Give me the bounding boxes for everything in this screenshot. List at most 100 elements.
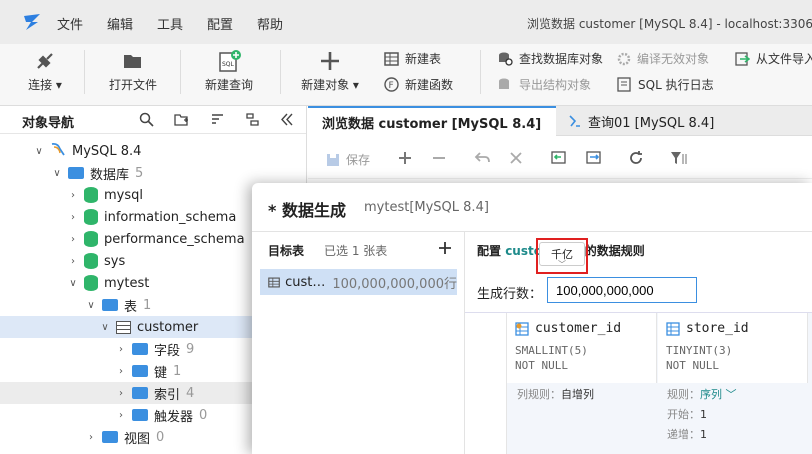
toolbar-separator [480, 50, 481, 94]
sql-log-button[interactable]: SQL 执行日志 [617, 76, 714, 93]
chevron-down-icon[interactable]: ∨ [86, 300, 96, 311]
add-row-icon[interactable] [398, 151, 412, 165]
import-data-icon[interactable] [551, 150, 567, 166]
column-icon [666, 321, 680, 336]
database-icon [84, 209, 98, 225]
database-icon [84, 275, 98, 291]
menu-file[interactable]: 文件 [57, 14, 83, 33]
tree-item-count: 9 [186, 341, 195, 357]
chevron-down-icon[interactable]: ﹀ [722, 388, 736, 401]
data-toolbar: 保存 [308, 137, 812, 179]
filter-icon[interactable] [670, 150, 688, 166]
selected-table-item[interactable]: cust… 100,000,000,000行 [260, 269, 457, 295]
svg-text:F: F [389, 81, 394, 91]
tree-item-count: 1 [143, 297, 152, 313]
rule-type-select[interactable]: 序列 [700, 388, 722, 401]
menu-tools[interactable]: 工具 [157, 14, 183, 33]
chevron-right-icon[interactable]: › [86, 432, 96, 443]
chevron-right-icon[interactable]: › [68, 212, 78, 223]
folder-icon [68, 167, 84, 179]
tree-item[interactable]: ∨ MySQL 8.4 [0, 140, 307, 162]
chevron-down-icon[interactable]: ∨ [34, 146, 44, 157]
mysql-connection-icon [50, 141, 66, 161]
chevron-down-icon[interactable]: ∨ [100, 322, 110, 333]
import-button[interactable]: 从文件导入 [735, 50, 812, 67]
chevron-down-icon[interactable]: ∨ [68, 278, 78, 289]
toolbar-separator [180, 50, 181, 94]
chevron-right-icon[interactable]: › [116, 388, 126, 399]
find-objects-button[interactable]: 查找数据库对象 [498, 50, 603, 67]
title-bar: 文件 编辑 工具 配置 帮助 浏览数据 customer [MySQL 8.4]… [0, 0, 812, 44]
plug-icon [37, 53, 53, 69]
window-title: 浏览数据 customer [MySQL 8.4] - localhost:33… [527, 17, 812, 31]
rows-label: 生成行数： [477, 287, 543, 302]
filter-settings-icon[interactable] [245, 112, 260, 127]
folder-icon [132, 365, 148, 377]
editor-tabs: 浏览数据 customer [MySQL 8.4] 查询01 [MySQL 8.… [308, 106, 812, 136]
tree-item-label: MySQL 8.4 [72, 143, 142, 159]
undo-icon[interactable] [474, 151, 490, 165]
chevron-right-icon[interactable]: › [116, 344, 126, 355]
new-table-button[interactable]: 新建表 [384, 50, 441, 67]
db-search-icon [499, 52, 513, 66]
chevron-right-icon[interactable]: › [68, 234, 78, 245]
open-file-button[interactable]: 打开文件 [105, 50, 161, 93]
chevron-right-icon[interactable]: › [116, 366, 126, 377]
table-icon [116, 320, 131, 334]
navigator-title: 对象导航 [22, 116, 75, 131]
compile-invalid-button[interactable]: 编译无效对象 [617, 50, 709, 67]
key-column-icon [515, 321, 529, 336]
folder-icon [132, 387, 148, 399]
database-icon [84, 231, 98, 247]
menu-config[interactable]: 配置 [207, 14, 233, 33]
menu-edit[interactable]: 编辑 [107, 14, 133, 33]
tree-item-label: 索引 [154, 387, 181, 403]
dialog-title: * 数据生成 [268, 201, 346, 220]
tree-item-label: 数据库 [90, 167, 130, 183]
cancel-icon[interactable] [509, 151, 523, 165]
target-table-label: 目标表 [268, 244, 305, 258]
sort-icon[interactable] [210, 112, 225, 127]
search-icon[interactable] [139, 112, 154, 127]
delete-row-icon[interactable] [432, 151, 446, 165]
tree-item-label: mysql [104, 187, 143, 203]
connect-button[interactable]: 连接 ▾ [22, 50, 68, 93]
new-query-button[interactable]: SQL 新建查询 [200, 50, 258, 93]
store-id-rule: 规则：序列 ﹀ 开始：1 递增：1 [667, 388, 737, 441]
chevron-right-icon[interactable]: › [68, 256, 78, 267]
column-header-customer-id[interactable]: customer_id SMALLINT(5) NOT NULL [507, 313, 657, 383]
rows-input[interactable] [547, 277, 697, 303]
new-folder-icon[interactable] [174, 112, 190, 127]
menu-help[interactable]: 帮助 [257, 14, 283, 33]
folder-icon [102, 431, 118, 443]
sql-file-icon: SQL [219, 50, 241, 72]
query-icon [569, 115, 580, 127]
chevron-right-icon[interactable]: › [68, 190, 78, 201]
tree-item-label: 视图 [124, 431, 151, 447]
tab-browse-customer[interactable]: 浏览数据 customer [MySQL 8.4] [308, 106, 556, 136]
chevron-down-icon[interactable]: ∨ [52, 168, 62, 179]
toolbar-separator [280, 50, 281, 94]
column-header-store-id[interactable]: store_id TINYINT(3) NOT NULL [658, 313, 808, 383]
tree-item-label: performance_schema [104, 231, 245, 247]
refresh-icon[interactable] [628, 150, 644, 166]
tree-item[interactable]: ∨ 数据库 5 [0, 162, 307, 184]
database-icon [84, 253, 98, 269]
folder-icon [132, 343, 148, 355]
add-table-icon[interactable] [438, 241, 452, 255]
collapse-left-icon[interactable] [280, 112, 294, 127]
database-icon [84, 187, 98, 203]
tree-item-label: 字段 [154, 343, 181, 359]
export-ddl-button[interactable]: 导出结构对象 [498, 76, 591, 93]
selected-count: 已选 1 张表 [324, 244, 388, 258]
tree-item-label: customer [137, 319, 199, 335]
new-function-button[interactable]: F 新建函数 [384, 76, 453, 93]
export-db-icon [499, 78, 509, 89]
tree-item-label: 触发器 [154, 409, 194, 425]
save-button[interactable]: 保存 [326, 151, 370, 168]
tab-query01[interactable]: 查询01 [MySQL 8.4] [560, 106, 722, 136]
save-icon [327, 153, 339, 166]
export-data-icon[interactable] [586, 150, 602, 166]
new-object-button[interactable]: 新建对象 ▾ [298, 50, 362, 93]
chevron-right-icon[interactable]: › [116, 410, 126, 421]
